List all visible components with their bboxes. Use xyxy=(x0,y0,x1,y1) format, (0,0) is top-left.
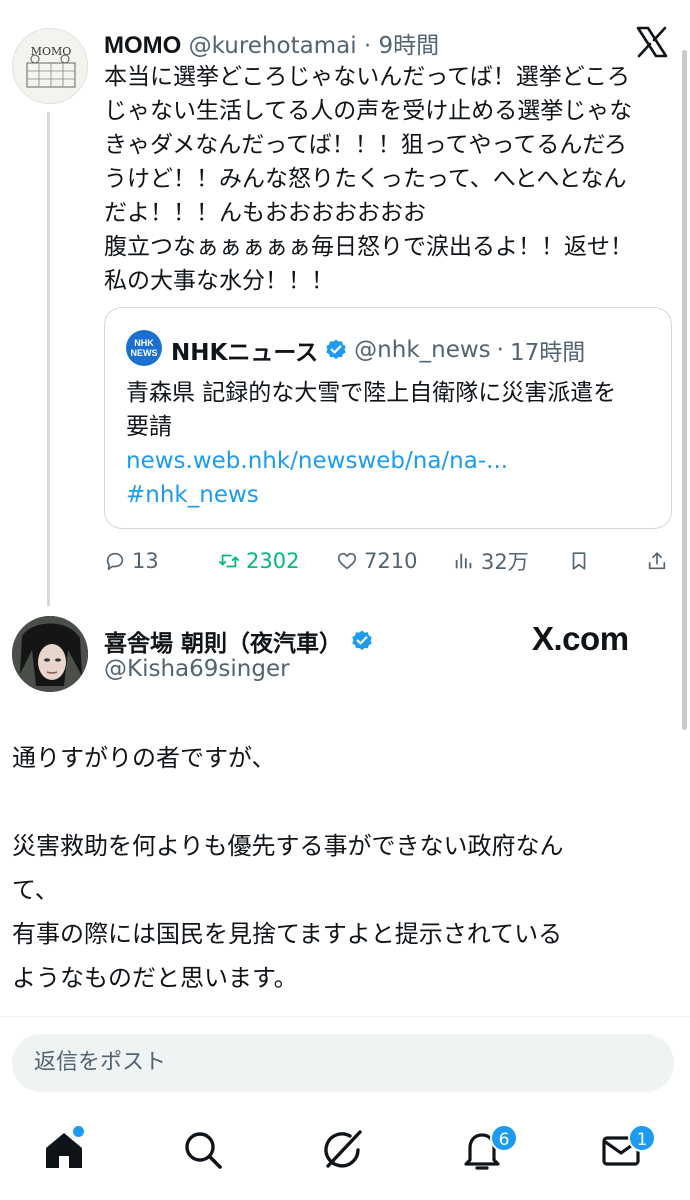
text-line: 通りすがりの者ですが、 xyxy=(12,744,276,772)
bookmark-button[interactable] xyxy=(568,545,590,577)
notifications-badge: 6 xyxy=(490,1124,518,1152)
views-button[interactable]: 32万 xyxy=(453,545,529,577)
text-line: 本当に選挙どころじゃないんだってば！選挙どころ xyxy=(104,64,631,90)
reply-button[interactable]: 13 xyxy=(104,545,159,577)
text-line: 有事の際には国民を見捨てますよと提示されている xyxy=(12,920,563,948)
avatar-momo[interactable]: MOMO xyxy=(12,28,88,104)
quoted-tweet[interactable]: NHK NEWS NHKニュース @nhk_news · 17時間 青森県 記録… xyxy=(104,307,672,529)
retweet-button[interactable]: 2302 xyxy=(218,545,299,577)
thread-line xyxy=(47,112,50,606)
news-link[interactable]: news.web.nhk/newsweb/na/na-... xyxy=(126,444,656,478)
text-line: うけど！！みんな怒りたくったって、へとへとなん xyxy=(104,166,627,192)
text-line: ようなものだと思います。 xyxy=(12,964,298,992)
timestamp[interactable]: 9時間 xyxy=(379,33,440,59)
analytics-icon xyxy=(455,553,472,569)
scrollbar[interactable] xyxy=(682,50,687,730)
home-notification-dot xyxy=(73,1126,84,1137)
reply-icon xyxy=(106,552,124,571)
svg-text:MOMO: MOMO xyxy=(31,45,72,58)
quoted-tweet-header: NHKニュース @nhk_news · 17時間 xyxy=(171,333,585,367)
separator: · xyxy=(496,337,504,363)
tab-grok[interactable] xyxy=(320,1128,364,1172)
avatar-kisha[interactable] xyxy=(12,616,88,692)
text-line: きゃダメなんだってば！！！狙ってやってるんだろ xyxy=(104,132,628,158)
verified-badge-icon xyxy=(350,629,374,653)
text-line: 青森県 記録的な大雪で陸上自衛隊に災害派遣を xyxy=(126,380,617,406)
view-count: 32万 xyxy=(481,550,529,574)
verified-badge-icon xyxy=(324,338,348,362)
reply-text: 通りすがりの者ですが、 災害救助を何よりも優先する事ができない政府なん て、 有… xyxy=(12,736,662,1000)
messages-badge: 1 xyxy=(628,1124,656,1152)
quoted-tweet-text: 青森県 記録的な大雪で陸上自衛隊に災害派遣を 要請 news.web.nhk/n… xyxy=(126,376,656,512)
text-line: 災害救助を何よりも優先する事ができない政府なん xyxy=(12,832,564,860)
share-icon xyxy=(648,552,666,570)
author-handle[interactable]: @kurehotamai xyxy=(189,33,357,59)
retweet-icon xyxy=(218,554,240,568)
author-name[interactable]: MOMO xyxy=(104,32,181,59)
text-line: 私の大事な水分！！！ xyxy=(104,268,334,294)
xcom-watermark: X.com xyxy=(532,620,629,657)
tweet-actions: 13 2302 7210 32万 xyxy=(104,545,674,577)
hashtag-link[interactable]: #nhk_news xyxy=(126,478,656,512)
share-button[interactable] xyxy=(646,545,668,577)
reply-author-name-row[interactable]: 喜舎場 朝則（夜汽車） xyxy=(104,624,374,658)
text-line: じゃない生活してる人の声を受け止める選挙じゃな xyxy=(104,98,633,124)
x-logo-icon xyxy=(634,24,670,60)
separator: · xyxy=(363,33,372,59)
search-icon xyxy=(185,1132,222,1169)
reply-count: 13 xyxy=(132,549,159,573)
quoted-timestamp[interactable]: 17時間 xyxy=(510,333,585,367)
quoted-author-handle[interactable]: @nhk_news xyxy=(354,337,491,363)
text-line xyxy=(12,780,662,824)
text-line: だよ！！！んもおおおおおおお xyxy=(104,200,426,226)
reply-author-name[interactable]: 喜舎場 朝則（夜汽車） xyxy=(104,624,342,658)
retweet-count: 2302 xyxy=(246,549,300,573)
bookmark-icon xyxy=(572,552,586,570)
text-line: 腹立つなぁぁぁぁぁ毎日怒りで涙出るよ！！返せ！ xyxy=(104,234,633,260)
bottom-tab-bar: 6 1 xyxy=(0,1110,690,1200)
grok-icon xyxy=(324,1130,362,1168)
reply-input[interactable]: 返信をポスト xyxy=(12,1034,674,1092)
heart-icon xyxy=(337,552,357,570)
tab-search[interactable] xyxy=(181,1128,225,1172)
quoted-author-name[interactable]: NHKニュース xyxy=(171,333,318,367)
reply-author-handle[interactable]: @Kisha69singer xyxy=(104,656,290,682)
divider xyxy=(0,1016,690,1017)
parent-tweet-header: MOMO @kurehotamai · 9時間 xyxy=(104,26,439,60)
like-count: 7210 xyxy=(364,549,418,573)
like-button[interactable]: 7210 xyxy=(336,545,417,577)
parent-tweet-text: 本当に選挙どころじゃないんだってば！選挙どころ じゃない生活してる人の声を受け止… xyxy=(104,60,674,298)
nhk-avatar[interactable]: NHK NEWS xyxy=(126,330,162,366)
text-line: て、 xyxy=(12,876,59,904)
text-line: 要請 xyxy=(126,414,172,440)
